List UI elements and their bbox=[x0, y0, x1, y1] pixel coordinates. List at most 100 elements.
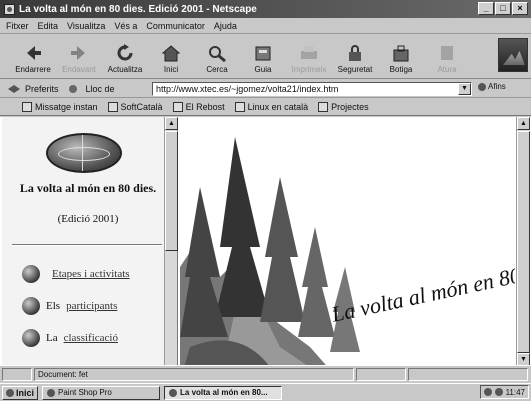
scroll-thumb[interactable] bbox=[165, 131, 178, 251]
stop-button[interactable]: Atura bbox=[424, 35, 470, 77]
nav-prefix: La bbox=[46, 332, 58, 344]
windows-taskbar: Inici Paint Shop Pro La volta al món en … bbox=[0, 383, 531, 401]
forward-label: Endavant bbox=[62, 65, 96, 74]
globe-logo bbox=[46, 133, 122, 173]
search-icon bbox=[209, 46, 226, 62]
start-button[interactable]: Inici bbox=[2, 385, 39, 400]
print-button[interactable]: Imprimeix bbox=[286, 35, 332, 77]
netscape-app-icon[interactable] bbox=[4, 3, 15, 15]
back-button[interactable]: Endarrere bbox=[10, 35, 56, 77]
bookmark-label: Missatge instan bbox=[35, 102, 98, 112]
bookmark-instant-message[interactable]: Missatge instan bbox=[22, 102, 98, 112]
task-paint-shop-pro[interactable]: Paint Shop Pro bbox=[42, 385, 161, 400]
stop-icon bbox=[441, 46, 453, 60]
left-frame-scrollbar[interactable]: ▲ ▼ bbox=[164, 117, 178, 381]
bookmark-el-rebost[interactable]: El Rebost bbox=[172, 102, 225, 112]
menu-bar: Fitxer Edita Visualitza Vés a Communicat… bbox=[0, 18, 531, 34]
shop-button[interactable]: Botiga bbox=[378, 35, 424, 77]
nav-item-etapes: Etapes i activitats bbox=[22, 265, 130, 283]
guide-button[interactable]: Guia bbox=[240, 35, 286, 77]
bookmark-page-icon bbox=[234, 102, 245, 112]
netscape-window: La volta al món en 80 dies. Edició 2001 … bbox=[0, 0, 531, 401]
bookmark-page-icon bbox=[172, 102, 183, 112]
link-classificacio[interactable]: classificació bbox=[64, 332, 118, 344]
tray-icon[interactable] bbox=[483, 388, 492, 396]
task-netscape[interactable]: La volta al món en 80... bbox=[164, 385, 283, 400]
menu-edita[interactable]: Edita bbox=[38, 21, 59, 31]
print-icon bbox=[301, 46, 317, 59]
whats-related-icon bbox=[478, 82, 486, 91]
bookmark-page-icon bbox=[107, 102, 118, 112]
security-lock-icon bbox=[349, 45, 361, 61]
globe-bullet-icon bbox=[22, 329, 40, 347]
status-text: Document: fet bbox=[34, 367, 354, 381]
menu-communicator[interactable]: Communicator bbox=[146, 21, 205, 31]
menu-ves-a[interactable]: Vés a bbox=[114, 21, 137, 31]
netscape-task-icon bbox=[169, 388, 178, 397]
component-bar bbox=[408, 367, 528, 381]
security-button[interactable]: Seguretat bbox=[332, 35, 378, 77]
scroll-up-button[interactable]: ▲ bbox=[165, 117, 178, 130]
status-bar: Document: fet bbox=[0, 365, 531, 382]
personal-toolbar: Missatge instan SoftCatalà El Rebost Lin… bbox=[0, 99, 531, 116]
home-button[interactable]: Inici bbox=[148, 35, 194, 77]
forward-arrow-icon bbox=[71, 46, 85, 60]
maximize-button[interactable]: □ bbox=[495, 2, 511, 15]
menu-fitxer[interactable]: Fitxer bbox=[6, 21, 29, 31]
search-button[interactable]: Cerca bbox=[194, 35, 240, 77]
globe-bullet-icon bbox=[22, 265, 40, 283]
minimize-button[interactable]: _ bbox=[478, 2, 494, 15]
menu-ajuda[interactable]: Ajuda bbox=[214, 21, 237, 31]
reload-button[interactable]: Actualitza bbox=[102, 35, 148, 77]
left-frame: La volta al món en 80 dies. (Edició 2001… bbox=[2, 117, 178, 381]
volume-icon[interactable] bbox=[494, 388, 503, 396]
bookmarks-label[interactable]: Preferits bbox=[25, 84, 59, 94]
link-participants[interactable]: participants bbox=[66, 300, 117, 312]
forest-illustration bbox=[180, 117, 515, 381]
paint-shop-icon bbox=[47, 388, 56, 397]
window-controls: _ □ × bbox=[478, 2, 528, 15]
bookmark-label: Linux en català bbox=[247, 102, 309, 112]
progress-cell bbox=[356, 367, 406, 381]
link-etapes-activitats[interactable]: Etapes i activitats bbox=[52, 268, 130, 280]
bookmark-linux-catala[interactable]: Linux en català bbox=[234, 102, 309, 112]
title-bar[interactable]: La volta al món en 80 dies. Edició 2001 … bbox=[0, 0, 531, 18]
connection-icon bbox=[2, 367, 32, 381]
forward-button[interactable]: Endavant bbox=[56, 35, 102, 77]
shop-label: Botiga bbox=[389, 65, 413, 74]
bookmark-folder-icon bbox=[318, 102, 329, 112]
url-field[interactable]: http://www.xtec.es/~jgomez/volta21/index… bbox=[152, 82, 472, 96]
search-label: Cerca bbox=[206, 65, 228, 74]
page-proxy-icon[interactable] bbox=[67, 83, 83, 95]
right-frame-scrollbar[interactable]: ▲ ▼ bbox=[516, 117, 530, 381]
nav-item-participants: Els participants bbox=[22, 297, 117, 315]
url-dropdown-button[interactable]: ▼ bbox=[458, 83, 471, 95]
netscape-logo[interactable] bbox=[498, 38, 528, 72]
bookmark-label: El Rebost bbox=[185, 102, 225, 112]
task-label: Paint Shop Pro bbox=[58, 388, 112, 397]
whats-related-button[interactable]: Afins bbox=[478, 82, 506, 91]
scroll-thumb[interactable] bbox=[517, 131, 530, 353]
site-title: La volta al món en 80 dies. bbox=[19, 181, 157, 195]
bookmark-label: SoftCatalà bbox=[120, 102, 163, 112]
menu-visualitza[interactable]: Visualitza bbox=[67, 21, 105, 31]
whats-related-label: Afins bbox=[488, 82, 506, 91]
nav-item-classificacio: La classificació bbox=[22, 329, 118, 347]
bookmark-softcatala[interactable]: SoftCatalà bbox=[107, 102, 163, 112]
home-icon bbox=[161, 45, 181, 62]
divider bbox=[12, 244, 162, 246]
scroll-up-button[interactable]: ▲ bbox=[517, 117, 530, 130]
bookmarks-icon[interactable] bbox=[6, 83, 22, 95]
windows-logo-icon bbox=[6, 388, 14, 397]
person-icon bbox=[22, 102, 32, 112]
reload-icon bbox=[117, 44, 133, 61]
task-label: La volta al món en 80... bbox=[180, 388, 268, 397]
print-label: Imprimeix bbox=[291, 65, 327, 74]
bookmark-projectes[interactable]: Projectes bbox=[318, 102, 369, 112]
home-label: Inici bbox=[163, 65, 179, 74]
close-button[interactable]: × bbox=[512, 2, 528, 15]
clock[interactable]: 11:47 bbox=[506, 388, 525, 397]
globe-bullet-icon bbox=[22, 297, 40, 315]
security-label: Seguretat bbox=[337, 65, 373, 74]
location-label: Lloc de bbox=[85, 83, 115, 94]
